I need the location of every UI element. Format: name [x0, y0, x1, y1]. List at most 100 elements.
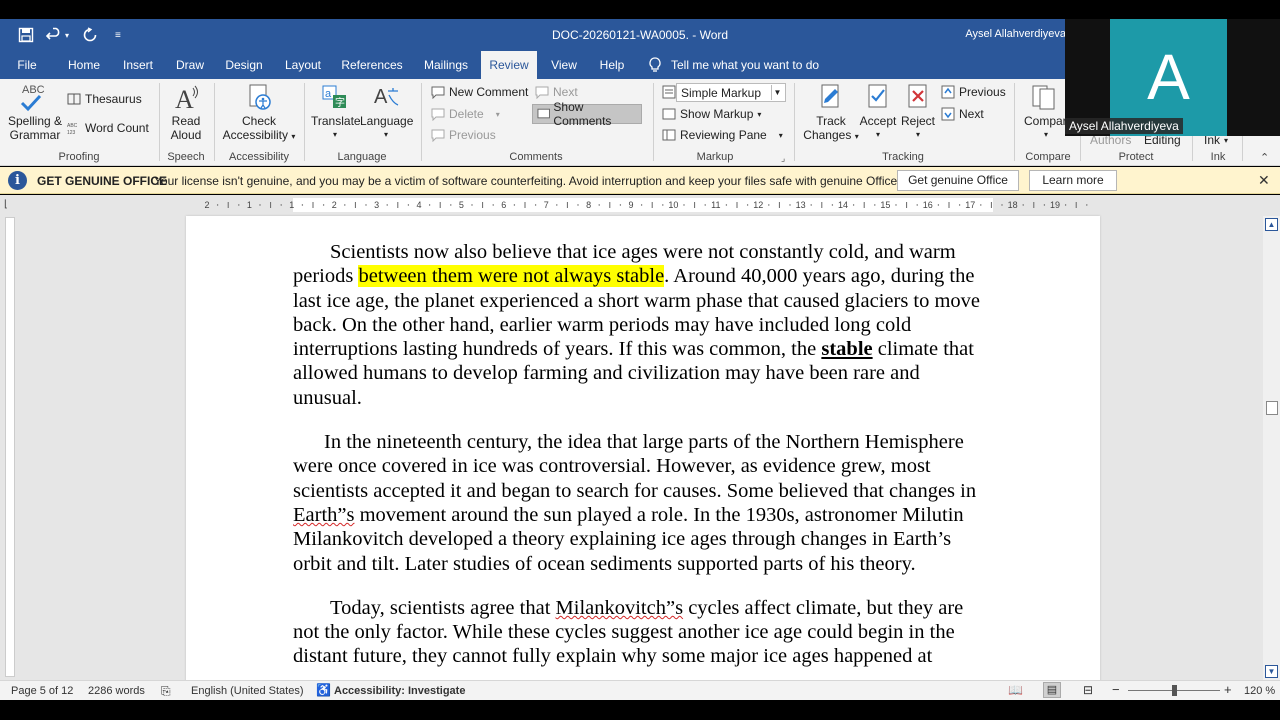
document-body[interactable]: Scientists now also believe that ice age…: [293, 240, 993, 686]
scroll-down-icon[interactable]: ▼: [1265, 665, 1278, 678]
ruler-number: 3: [374, 200, 379, 210]
proofing-status-icon[interactable]: ⎘: [161, 684, 171, 699]
paragraph[interactable]: In the nineteenth century, the idea that…: [293, 430, 993, 576]
ruler-tick: [216, 204, 219, 206]
tab-insert[interactable]: Insert: [117, 51, 159, 79]
next-change-button[interactable]: Next: [941, 107, 984, 121]
paragraph[interactable]: Today, scientists agree that Milankovitc…: [293, 596, 993, 669]
tab-draw[interactable]: Draw: [171, 51, 209, 79]
zoom-out-button[interactable]: −: [1112, 682, 1120, 697]
thesaurus-icon: [67, 93, 81, 105]
translate-button[interactable]: a字 Translate ▾: [311, 83, 361, 142]
chevron-down-icon: ▾: [383, 130, 388, 139]
web-layout-icon[interactable]: ⊟: [1083, 683, 1093, 697]
ruler-tick: [322, 204, 325, 206]
reject-button[interactable]: Reject ▾: [899, 83, 937, 142]
zoom-in-button[interactable]: +: [1224, 682, 1232, 697]
ruler-tick: [513, 204, 516, 206]
zoom-slider-thumb[interactable]: [1172, 685, 1177, 696]
ruler-tick: [534, 204, 537, 206]
spelling-icon: ABC: [6, 83, 64, 114]
spelling-error-text[interactable]: Earth”s: [293, 504, 354, 526]
tab-file[interactable]: File: [8, 51, 46, 79]
new-comment-button[interactable]: New Comment: [431, 85, 528, 99]
group-label-compare: Compare: [1025, 151, 1071, 163]
check-accessibility-button[interactable]: Check Accessibility ▾: [218, 83, 300, 144]
tab-layout[interactable]: Layout: [280, 51, 326, 79]
separator: [304, 83, 305, 161]
ruler-number: 18: [1008, 200, 1018, 210]
tab-design[interactable]: Design: [221, 51, 267, 79]
previous-change-button[interactable]: Previous: [941, 85, 1006, 99]
ruler-tick: [492, 204, 494, 206]
spelling-label: Spelling &: [7, 114, 63, 128]
vertical-ruler[interactable]: [5, 217, 15, 677]
language-button[interactable]: A Language ▾: [360, 83, 413, 142]
page-count[interactable]: Page 5 of 12: [11, 685, 73, 697]
reject-icon: [908, 84, 927, 108]
chevron-down-icon: ▾: [1224, 135, 1229, 145]
ruler-tick: [810, 204, 812, 206]
ruler-number: 12: [753, 200, 763, 210]
show-markup-icon: [662, 108, 676, 120]
show-comments-icon: [537, 108, 550, 119]
account-name[interactable]: Aysel Allahverdiyeva: [965, 28, 1066, 40]
vertical-scrollbar[interactable]: ▲ ▼: [1263, 216, 1280, 680]
paragraph[interactable]: Scientists now also believe that ice age…: [293, 240, 993, 410]
delete-comment-button[interactable]: Delete ▾: [431, 107, 500, 121]
tab-selector-icon[interactable]: ⌊: [4, 199, 16, 211]
ruler-number: 8: [586, 200, 591, 210]
tab-home[interactable]: Home: [62, 51, 106, 79]
new-comment-icon: [431, 86, 445, 99]
language-status[interactable]: English (United States): [191, 685, 304, 697]
tell-me-text: Tell me what you want to do: [671, 58, 820, 72]
close-icon[interactable]: ✕: [1258, 172, 1270, 189]
horizontal-ruler[interactable]: 2 1 1 2 3 4 5 6 7 8 9 10 11 12 13 14 15 16 17 18 19: [186, 198, 1100, 212]
learn-more-button[interactable]: Learn more: [1029, 170, 1117, 191]
show-comments-button[interactable]: Show Comments: [532, 100, 642, 128]
tab-review[interactable]: Review: [481, 51, 537, 79]
thesaurus-button[interactable]: Thesaurus: [67, 92, 142, 106]
tell-me-search[interactable]: Tell me what you want to do: [648, 51, 823, 79]
scroll-up-icon[interactable]: ▲: [1265, 218, 1278, 231]
dialog-launcher-icon[interactable]: ⌟: [781, 153, 785, 164]
ruler-tick: [640, 204, 643, 206]
show-markup-button[interactable]: Show Markup ▾: [662, 107, 761, 121]
thesaurus-label: Thesaurus: [85, 92, 142, 106]
ruler-number: 19: [1050, 200, 1060, 210]
chevron-down-icon[interactable]: ▼: [771, 85, 783, 100]
word-count[interactable]: 2286 words: [88, 685, 145, 697]
svg-text:A: A: [175, 85, 194, 111]
compare-button[interactable]: Compar ▾: [1020, 83, 1070, 142]
changes-label: Changes: [803, 128, 852, 142]
track-changes-button[interactable]: Track Changes ▾: [803, 83, 859, 144]
scroll-thumb[interactable]: [1266, 401, 1278, 415]
accept-icon: [868, 84, 887, 108]
display-for-review-select[interactable]: Simple Markup ▼: [676, 83, 786, 102]
previous-comment-button[interactable]: Previous: [431, 128, 496, 142]
accept-button[interactable]: Accept ▾: [858, 83, 898, 142]
spelling-error-text[interactable]: Milankovitch”s: [556, 597, 684, 619]
tab-help[interactable]: Help: [592, 51, 632, 79]
document-page[interactable]: Scientists now also believe that ice age…: [186, 216, 1100, 686]
ruler-tick: [577, 204, 579, 206]
zoom-level[interactable]: 120 %: [1244, 685, 1275, 697]
group-label-accessibility: Accessibility: [229, 151, 289, 163]
tab-mailings[interactable]: Mailings: [418, 51, 474, 79]
reviewing-pane-button[interactable]: Reviewing Pane ▾: [662, 128, 783, 142]
collapse-ribbon-icon[interactable]: ⌃: [1260, 151, 1269, 164]
group-label-tracking: Tracking: [882, 151, 924, 163]
print-layout-icon[interactable]: ▤: [1043, 682, 1061, 698]
next-comment-button[interactable]: Next: [535, 85, 578, 99]
read-aloud-button[interactable]: A Read Aloud: [164, 83, 208, 142]
ruler-number: 2: [204, 200, 209, 210]
accessibility-status[interactable]: Accessibility: Investigate: [334, 685, 465, 697]
spelling-grammar-button[interactable]: ABC Spelling & Grammar: [6, 83, 64, 142]
get-genuine-office-button[interactable]: Get genuine Office: [897, 170, 1019, 191]
webcam-overlay: A Aysel Allahverdiyeva: [1065, 19, 1280, 136]
ruler-tick: [259, 204, 261, 206]
read-mode-icon[interactable]: 📖: [1008, 683, 1023, 697]
tab-view[interactable]: View: [545, 51, 583, 79]
tab-references[interactable]: References: [338, 51, 406, 79]
word-count-button[interactable]: ABC 123 Word Count: [67, 121, 149, 135]
